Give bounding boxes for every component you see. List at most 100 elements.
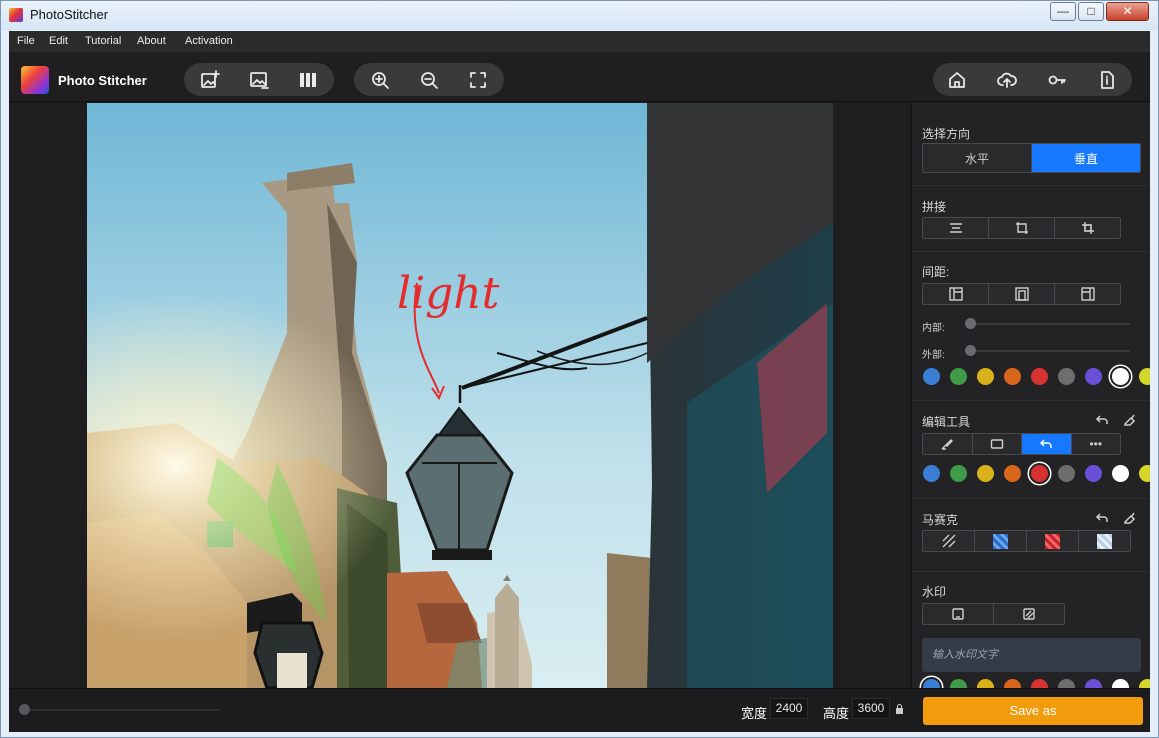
title-bar[interactable]: PhotoStitcher — □ ✕ [1, 1, 1158, 30]
divider [912, 251, 1150, 252]
color-swatch-blue[interactable] [923, 465, 940, 482]
rectangle-icon[interactable] [973, 434, 1022, 454]
color-swatch-gray[interactable] [1058, 679, 1075, 688]
outer-spacing-slider[interactable] [967, 350, 1130, 352]
window-title: PhotoStitcher [30, 7, 109, 22]
mosaic-blue-pattern-icon[interactable] [975, 531, 1027, 551]
divider [912, 400, 1150, 401]
menu-file[interactable]: File [17, 35, 35, 47]
color-swatch-gray[interactable] [1058, 465, 1075, 482]
spacing-layout-options [922, 283, 1121, 305]
watermark-tile-icon[interactable] [994, 604, 1064, 624]
color-swatch-lime[interactable] [1139, 679, 1150, 688]
color-swatch-green[interactable] [950, 465, 967, 482]
minimize-button[interactable]: — [1050, 2, 1076, 21]
color-swatch-purple[interactable] [1085, 465, 1102, 482]
color-swatch-yellow[interactable] [977, 368, 994, 385]
upload-cloud-icon[interactable] [991, 63, 1023, 96]
color-swatch-blue[interactable] [923, 679, 940, 688]
divider [912, 498, 1150, 499]
eraser-icon[interactable] [1122, 413, 1138, 429]
more-tools-button[interactable]: ••• [1072, 434, 1121, 454]
color-swatch-orange[interactable] [1004, 368, 1021, 385]
color-swatch-red[interactable] [1031, 368, 1048, 385]
height-value[interactable]: 3600 [852, 698, 890, 719]
key-icon[interactable] [1041, 63, 1073, 96]
replace-image-icon[interactable] [243, 63, 275, 96]
layout-center-icon[interactable] [989, 284, 1055, 304]
edit-tools-title: 编辑工具 [922, 415, 971, 429]
color-swatch-white[interactable] [1112, 368, 1129, 385]
watermark-text-icon[interactable] [923, 604, 994, 624]
color-swatch-purple[interactable] [1085, 679, 1102, 688]
color-swatch-red[interactable] [1031, 679, 1048, 688]
height-label: 高度 [823, 706, 850, 721]
color-swatch-orange[interactable] [1004, 679, 1021, 688]
width-value[interactable]: 2400 [770, 698, 808, 719]
home-icon[interactable] [941, 63, 973, 96]
color-swatch-green[interactable] [950, 368, 967, 385]
color-swatch-white[interactable] [1112, 465, 1129, 482]
mosaic-undo-icon[interactable] [1095, 511, 1111, 527]
color-swatch-orange[interactable] [1004, 465, 1021, 482]
layout-right-icon[interactable] [1055, 284, 1120, 304]
arrow-tool-icon[interactable] [1022, 434, 1072, 454]
stitched-photo[interactable]: light [87, 103, 833, 688]
inner-spacing-slider[interactable] [967, 323, 1130, 325]
color-swatch-green[interactable] [950, 679, 967, 688]
maximize-button[interactable]: □ [1078, 2, 1104, 21]
menu-edit[interactable]: Edit [49, 35, 68, 47]
lock-icon[interactable] [895, 703, 904, 714]
bottom-bar: 宽度 2400 高度 3600 Save as [9, 688, 1150, 732]
align-lines-icon[interactable] [923, 218, 989, 238]
color-swatch-lime[interactable] [1139, 465, 1150, 482]
info-icon[interactable] [1091, 63, 1123, 96]
direction-vertical-option[interactable]: 垂直 [1032, 144, 1140, 172]
outer-spacing-knob[interactable] [965, 345, 976, 356]
brush-icon[interactable] [923, 434, 973, 454]
zoom-slider-knob[interactable] [19, 704, 30, 715]
width-label: 宽度 [741, 706, 768, 721]
menu-activation[interactable]: Activation [185, 35, 233, 47]
inner-spacing-knob[interactable] [965, 318, 976, 329]
mosaic-eraser-icon[interactable] [1122, 511, 1138, 527]
color-swatch-blue[interactable] [923, 368, 940, 385]
layout-columns-icon[interactable] [292, 63, 324, 96]
fit-screen-icon[interactable] [462, 63, 494, 96]
close-button[interactable]: ✕ [1106, 2, 1149, 21]
watermark-color-swatches [923, 679, 1150, 688]
color-swatch-purple[interactable] [1085, 368, 1102, 385]
menu-about[interactable]: About [137, 35, 166, 47]
mosaic-title: 马赛克 [922, 513, 959, 527]
zoom-slider[interactable] [19, 709, 219, 711]
color-swatch-yellow[interactable] [977, 679, 994, 688]
mosaic-red-pattern-icon[interactable] [1027, 531, 1079, 551]
mosaic-options [922, 530, 1131, 552]
undo-icon[interactable] [1095, 413, 1111, 429]
crop-alt-icon[interactable] [1055, 218, 1120, 238]
watermark-text-input[interactable] [922, 638, 1141, 672]
zoom-in-icon[interactable] [364, 63, 396, 96]
photo-image: light [87, 103, 833, 688]
add-image-icon[interactable] [194, 63, 226, 96]
zoom-out-icon[interactable] [413, 63, 445, 96]
menu-tutorial[interactable]: Tutorial [85, 35, 121, 47]
crop-icon[interactable] [989, 218, 1055, 238]
layout-left-icon[interactable] [923, 284, 989, 304]
color-swatch-yellow[interactable] [977, 465, 994, 482]
edit-tool-options: ••• [922, 433, 1121, 455]
mosaic-light-pattern-icon[interactable] [1079, 531, 1130, 551]
menu-bar: File Edit Tutorial About Activation [9, 31, 1150, 52]
direction-selector: 水平 垂直 [922, 143, 1141, 173]
save-as-button[interactable]: Save as [923, 697, 1143, 725]
direction-horizontal-option[interactable]: 水平 [923, 144, 1032, 172]
app-logo [21, 66, 49, 94]
color-swatch-red[interactable] [1031, 465, 1048, 482]
color-swatch-white[interactable] [1112, 679, 1129, 688]
color-swatch-lime[interactable] [1139, 368, 1150, 385]
watermark-title: 水印 [922, 585, 947, 599]
color-swatch-gray[interactable] [1058, 368, 1075, 385]
photo-canvas[interactable]: light [9, 103, 911, 688]
mosaic-stripes-icon[interactable] [923, 531, 975, 551]
stitch-options [922, 217, 1121, 239]
